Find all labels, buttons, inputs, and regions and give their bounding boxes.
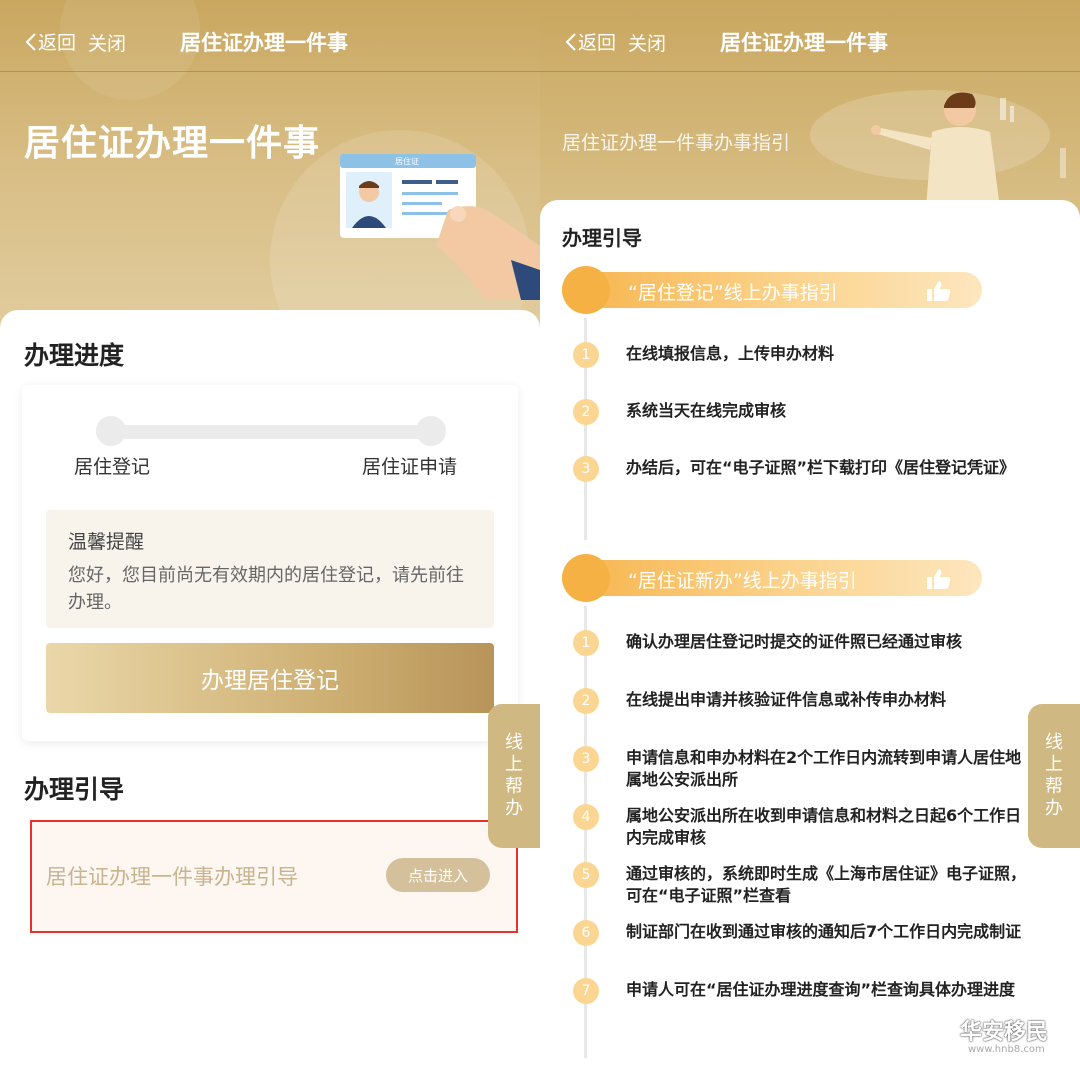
back-label: 返回	[38, 32, 77, 54]
nav-bar: 返回 关闭 居住证办理一件事	[0, 0, 540, 72]
thumbs-up-icon	[927, 281, 951, 301]
help-tab-label: 线上帮办	[505, 732, 523, 819]
section-marker	[562, 266, 610, 314]
step-text: 通过审核的，系统即时生成《上海市居住证》电子证照，可在“电子证照”栏查看	[626, 864, 1027, 905]
step-text: 制证部门在收到通过审核的通知后7个工作日内完成制证	[626, 922, 1022, 941]
step-number: 6	[573, 920, 599, 946]
step-number: 2	[573, 688, 599, 714]
step-text: 在线提出申请并核验证件信息或补传申办材料	[626, 690, 947, 709]
help-tab-label: 线上帮办	[1045, 732, 1063, 819]
close-button[interactable]: 关闭	[628, 29, 666, 56]
step-label-2: 居住证申请	[362, 456, 458, 478]
guide-link-text: 居住证办理一件事办理引导	[46, 865, 298, 889]
tip-text: 您好，您目前尚无有效期内的居住登记，请先前往办理。	[68, 565, 464, 613]
nav-title: 居住证办理一件事	[180, 31, 348, 55]
left-screen: 返回 关闭 居住证办理一件事 居住证办理一件事 居住证 办理进度 居住登记 居住…	[0, 0, 540, 1070]
step-text: 系统当天在线完成审核	[626, 401, 787, 420]
chevron-left-icon	[25, 32, 36, 51]
nav-bar: 返回 关闭 居住证办理一件事	[540, 0, 1080, 72]
register-residence-button[interactable]: 办理居住登记	[46, 643, 494, 713]
chevron-left-icon	[565, 32, 576, 51]
back-label: 返回	[578, 32, 617, 54]
step-text: 在线填报信息，上传申办材料	[626, 344, 835, 363]
step-number: 1	[573, 630, 599, 656]
section-title: “居住登记”线上办事指引	[628, 282, 838, 304]
back-button[interactable]: 返回	[564, 28, 616, 55]
id-card-illustration	[340, 154, 540, 300]
close-button[interactable]: 关闭	[88, 29, 126, 56]
thumbs-up-icon	[927, 569, 951, 589]
enter-button[interactable]: 点击进入	[386, 858, 490, 892]
back-button[interactable]: 返回	[24, 28, 76, 55]
step-number: 2	[573, 399, 599, 425]
step-number: 1	[573, 342, 599, 368]
section-marker	[562, 554, 610, 602]
online-help-tab[interactable]: 线上帮办	[488, 704, 540, 848]
step-dot-2	[416, 416, 446, 446]
step-number: 7	[573, 978, 599, 1004]
right-screen: 返回 关闭 居住证办理一件事 居住证办理一件事办事指引 办理引导 “居住登记”线…	[540, 0, 1080, 1070]
step-text: 办结后，可在“电子证照”栏下载打印《居住登记凭证》	[626, 458, 1016, 477]
guide-heading: 办理引导	[562, 226, 642, 250]
step-text: 申请人可在“居住证办理进度查询”栏查询具体办理进度	[626, 980, 1016, 999]
presenter-illustration	[871, 92, 1066, 208]
watermark-logo: 华安移民	[960, 1019, 1049, 1045]
step-number: 4	[573, 804, 599, 830]
guide-heading: 办理引导	[24, 775, 125, 804]
id-card-label: 居住证	[395, 157, 419, 166]
progress-heading: 办理进度	[24, 341, 125, 370]
online-help-tab[interactable]: 线上帮办	[1028, 704, 1080, 848]
tip-title: 温馨提醒	[68, 531, 145, 553]
step-label-1: 居住登记	[74, 456, 151, 478]
progress-track	[96, 425, 446, 439]
hero-subtitle: 居住证办理一件事办事指引	[562, 132, 791, 154]
section-title: “居住证新办”线上办事指引	[628, 570, 857, 592]
step-text: 申请信息和申办材料在2个工作日内流转到申请人居住地属地公安派出所	[626, 748, 1022, 789]
step-number: 3	[573, 456, 599, 482]
step-number: 5	[573, 862, 599, 888]
step-number: 3	[573, 746, 599, 772]
watermark-url: www.hnb8.com	[968, 1044, 1045, 1055]
step-text: 确认办理居住登记时提交的证件照已经通过审核	[626, 632, 963, 651]
nav-title: 居住证办理一件事	[720, 31, 888, 55]
step-dot-1	[96, 416, 126, 446]
page-title: 居住证办理一件事	[24, 123, 321, 164]
step-text: 属地公安派出所在收到申请信息和材料之日起6个工作日内完成审核	[626, 806, 1022, 847]
